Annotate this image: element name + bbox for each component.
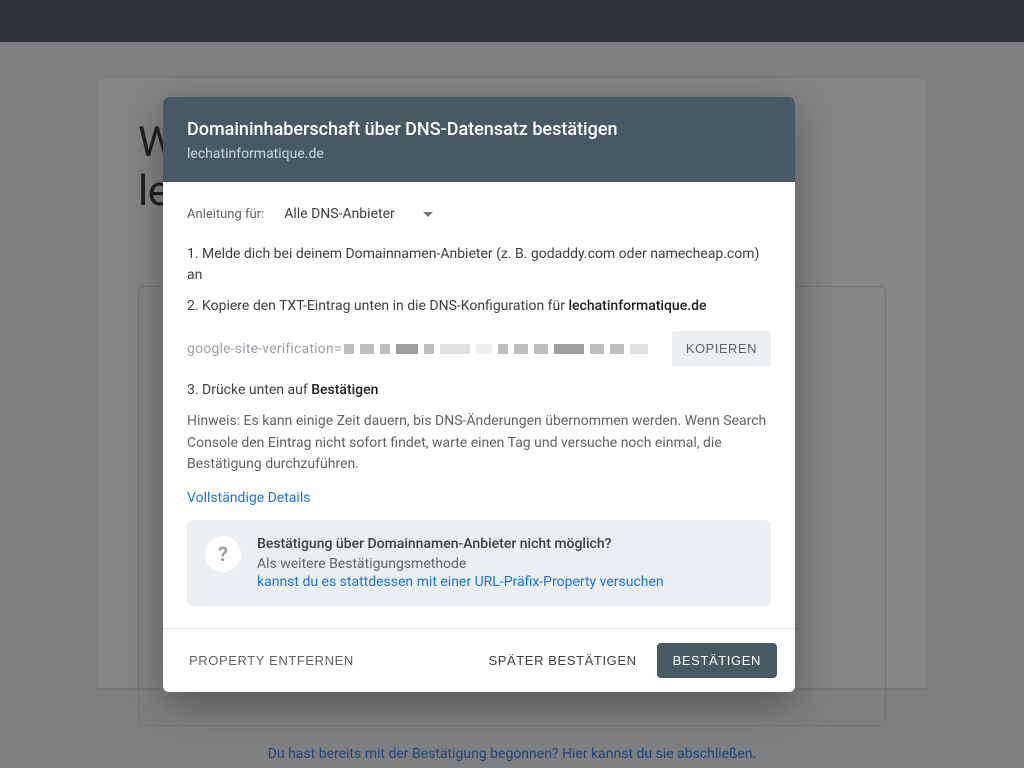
txt-prefix: google-site-verification= xyxy=(187,341,342,357)
dns-propagation-hint: Hinweis: Es kann einige Zeit dauern, bis… xyxy=(187,411,771,476)
txt-record-value[interactable]: google-site-verification= xyxy=(187,338,664,360)
verify-button[interactable]: BESTÄTIGEN xyxy=(657,643,777,678)
alternative-method-title: Bestätigung über Domainnamen-Anbieter ni… xyxy=(257,536,664,552)
step-2: 2. Kopiere den TXT-Eintrag unten in die … xyxy=(187,296,771,317)
step-3: 3. Drücke unten auf Bestätigen xyxy=(187,380,771,401)
modal-header: Domaininhaberschaft über DNS-Datensatz b… xyxy=(163,97,795,182)
dns-provider-select[interactable]: Alle DNS-Anbieter xyxy=(282,202,435,226)
alternative-method-sub: Als weitere Bestätigungsmethode xyxy=(257,556,664,572)
help-icon: ? xyxy=(205,536,241,572)
txt-record-row: google-site-verification= KOPIEREN xyxy=(187,331,771,366)
step-1: 1. Melde dich bei deinem Domainnamen-Anb… xyxy=(187,244,771,286)
alternative-method-text: Bestätigung über Domainnamen-Anbieter ni… xyxy=(257,536,664,590)
step-2-text: 2. Kopiere den TXT-Eintrag unten in die … xyxy=(187,298,568,314)
txt-redacted xyxy=(344,344,648,354)
verify-ownership-modal: Domaininhaberschaft über DNS-Datensatz b… xyxy=(163,97,795,692)
alternative-method-box: ? Bestätigung über Domainnamen-Anbieter … xyxy=(187,520,771,606)
modal-title: Domaininhaberschaft über DNS-Datensatz b… xyxy=(187,119,771,140)
step-3-bold: Bestätigen xyxy=(311,382,378,398)
modal-domain: lechatinformatique.de xyxy=(187,146,771,162)
modal-body: Anleitung für: Alle DNS-Anbieter 1. Meld… xyxy=(163,182,795,628)
full-details-link[interactable]: Vollständige Details xyxy=(187,490,310,506)
step-3-text: 3. Drücke unten auf xyxy=(187,382,311,398)
step-2-domain: lechatinformatique.de xyxy=(568,298,706,314)
remove-property-button[interactable]: PROPERTY ENTFERNEN xyxy=(181,645,362,676)
provider-row: Anleitung für: Alle DNS-Anbieter xyxy=(187,202,771,226)
url-prefix-link[interactable]: kannst du es stattdessen mit einer URL-P… xyxy=(257,574,664,590)
modal-actions: PROPERTY ENTFERNEN SPÄTER BESTÄTIGEN BES… xyxy=(163,628,795,692)
chevron-down-icon xyxy=(423,212,433,217)
dns-provider-value: Alle DNS-Anbieter xyxy=(284,206,395,222)
page: W xxxxxxxxxxxxxxxxxxxxxxxxxxxxxxxxxx le … xyxy=(0,42,1024,768)
verify-later-button[interactable]: SPÄTER BESTÄTIGEN xyxy=(480,645,644,676)
provider-label: Anleitung für: xyxy=(187,207,264,222)
app-top-bar xyxy=(0,0,1024,42)
copy-button[interactable]: KOPIEREN xyxy=(672,331,771,366)
